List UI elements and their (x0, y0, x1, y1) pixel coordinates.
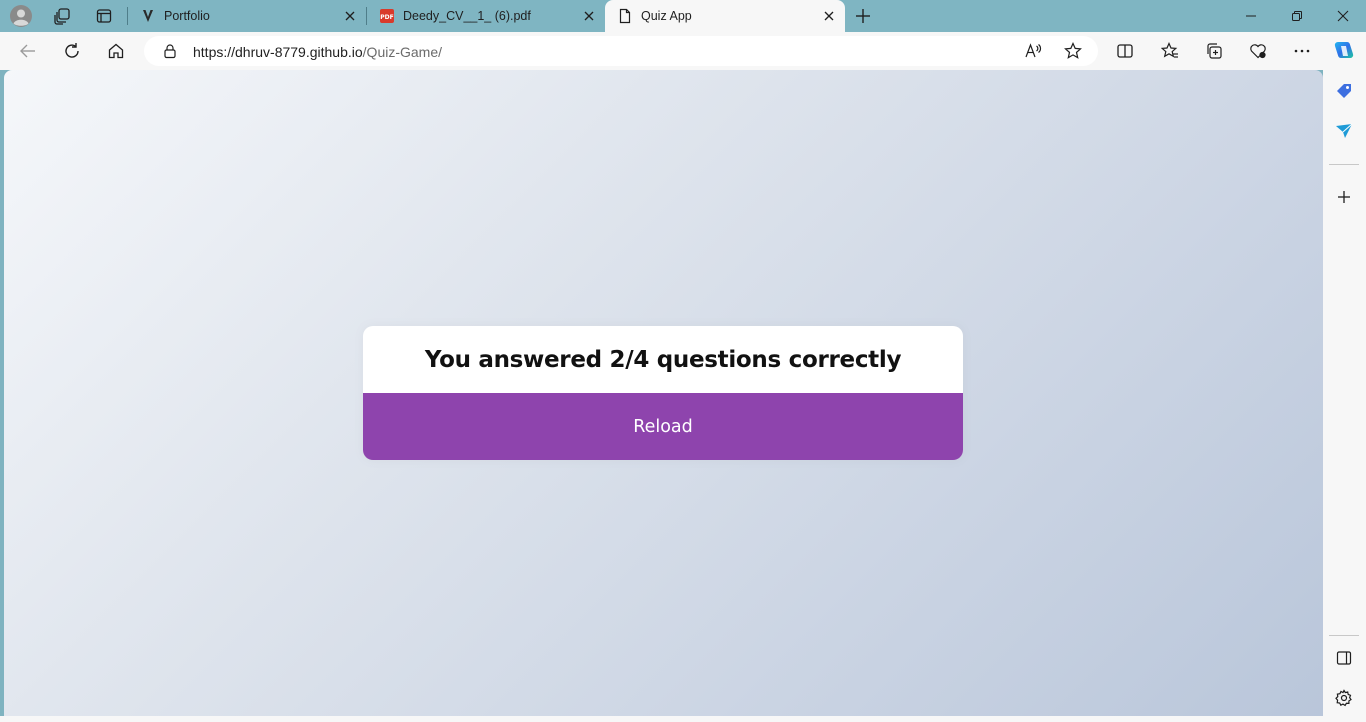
edge-sidebar (1323, 70, 1366, 722)
tab-pdf[interactable]: PDF Deedy_CV__1_ (6).pdf (367, 0, 605, 32)
hide-sidebar-icon[interactable] (1332, 646, 1356, 670)
tab-actions-icon[interactable] (92, 4, 116, 28)
lock-icon[interactable] (162, 43, 178, 59)
close-window-icon[interactable] (1320, 0, 1366, 32)
window-bottom-edge (0, 716, 1323, 722)
back-icon[interactable] (14, 37, 42, 65)
pdf-icon: PDF (379, 8, 395, 24)
copilot-icon[interactable] (1330, 37, 1358, 65)
close-tab-icon[interactable] (581, 8, 597, 24)
browser-essentials-icon[interactable] (1244, 37, 1272, 65)
svg-text:PDF: PDF (380, 14, 393, 21)
restore-icon[interactable] (1274, 0, 1320, 32)
tab-portfolio[interactable]: Portfolio (128, 0, 366, 32)
workspaces-icon[interactable] (50, 4, 74, 28)
read-aloud-icon[interactable] (1024, 42, 1042, 60)
drop-send-icon[interactable] (1332, 119, 1356, 143)
profile-avatar-icon[interactable] (9, 4, 33, 28)
close-tab-icon[interactable] (342, 8, 358, 24)
tab-title: Deedy_CV__1_ (6).pdf (403, 9, 531, 23)
quiz-score-text: You answered 2/4 questions correctly (424, 346, 902, 373)
home-icon[interactable] (102, 37, 130, 65)
tab-title: Portfolio (164, 9, 210, 23)
favorites-icon[interactable] (1156, 37, 1184, 65)
collections-icon[interactable] (1200, 37, 1228, 65)
page-icon (617, 8, 633, 24)
vercel-v-icon (140, 8, 156, 24)
address-bar[interactable]: https://dhruv-8779.github.io/Quiz-Game/ (144, 36, 1098, 66)
new-tab-icon[interactable] (851, 4, 875, 28)
quiz-result-card: You answered 2/4 questions correctly Rel… (363, 326, 963, 460)
more-options-icon[interactable] (1288, 37, 1316, 65)
shopping-tag-icon[interactable] (1332, 79, 1356, 103)
split-screen-icon[interactable] (1111, 37, 1139, 65)
tab-quiz-app[interactable]: Quiz App (605, 0, 845, 32)
url-domain: https://dhruv-8779.github.io (193, 44, 363, 60)
browser-toolbar: https://dhruv-8779.github.io/Quiz-Game/ (0, 32, 1366, 70)
tab-title: Quiz App (641, 9, 692, 23)
page-viewport: You answered 2/4 questions correctly Rel… (4, 70, 1323, 716)
url-text[interactable]: https://dhruv-8779.github.io/Quiz-Game/ (193, 44, 442, 60)
sidebar-separator (1329, 164, 1359, 165)
settings-gear-icon[interactable] (1332, 686, 1356, 710)
add-sidebar-app-icon[interactable] (1332, 185, 1356, 209)
reload-button[interactable]: Reload (363, 393, 963, 460)
close-tab-icon[interactable] (821, 8, 837, 24)
minimize-icon[interactable] (1228, 0, 1274, 32)
refresh-icon[interactable] (58, 37, 86, 65)
favorite-star-icon[interactable] (1064, 42, 1082, 60)
tab-strip: Portfolio PDF Deedy_CV__1_ (6).pdf Quiz … (0, 0, 1366, 32)
url-path: /Quiz-Game/ (362, 44, 443, 60)
sidebar-separator (1329, 635, 1359, 636)
